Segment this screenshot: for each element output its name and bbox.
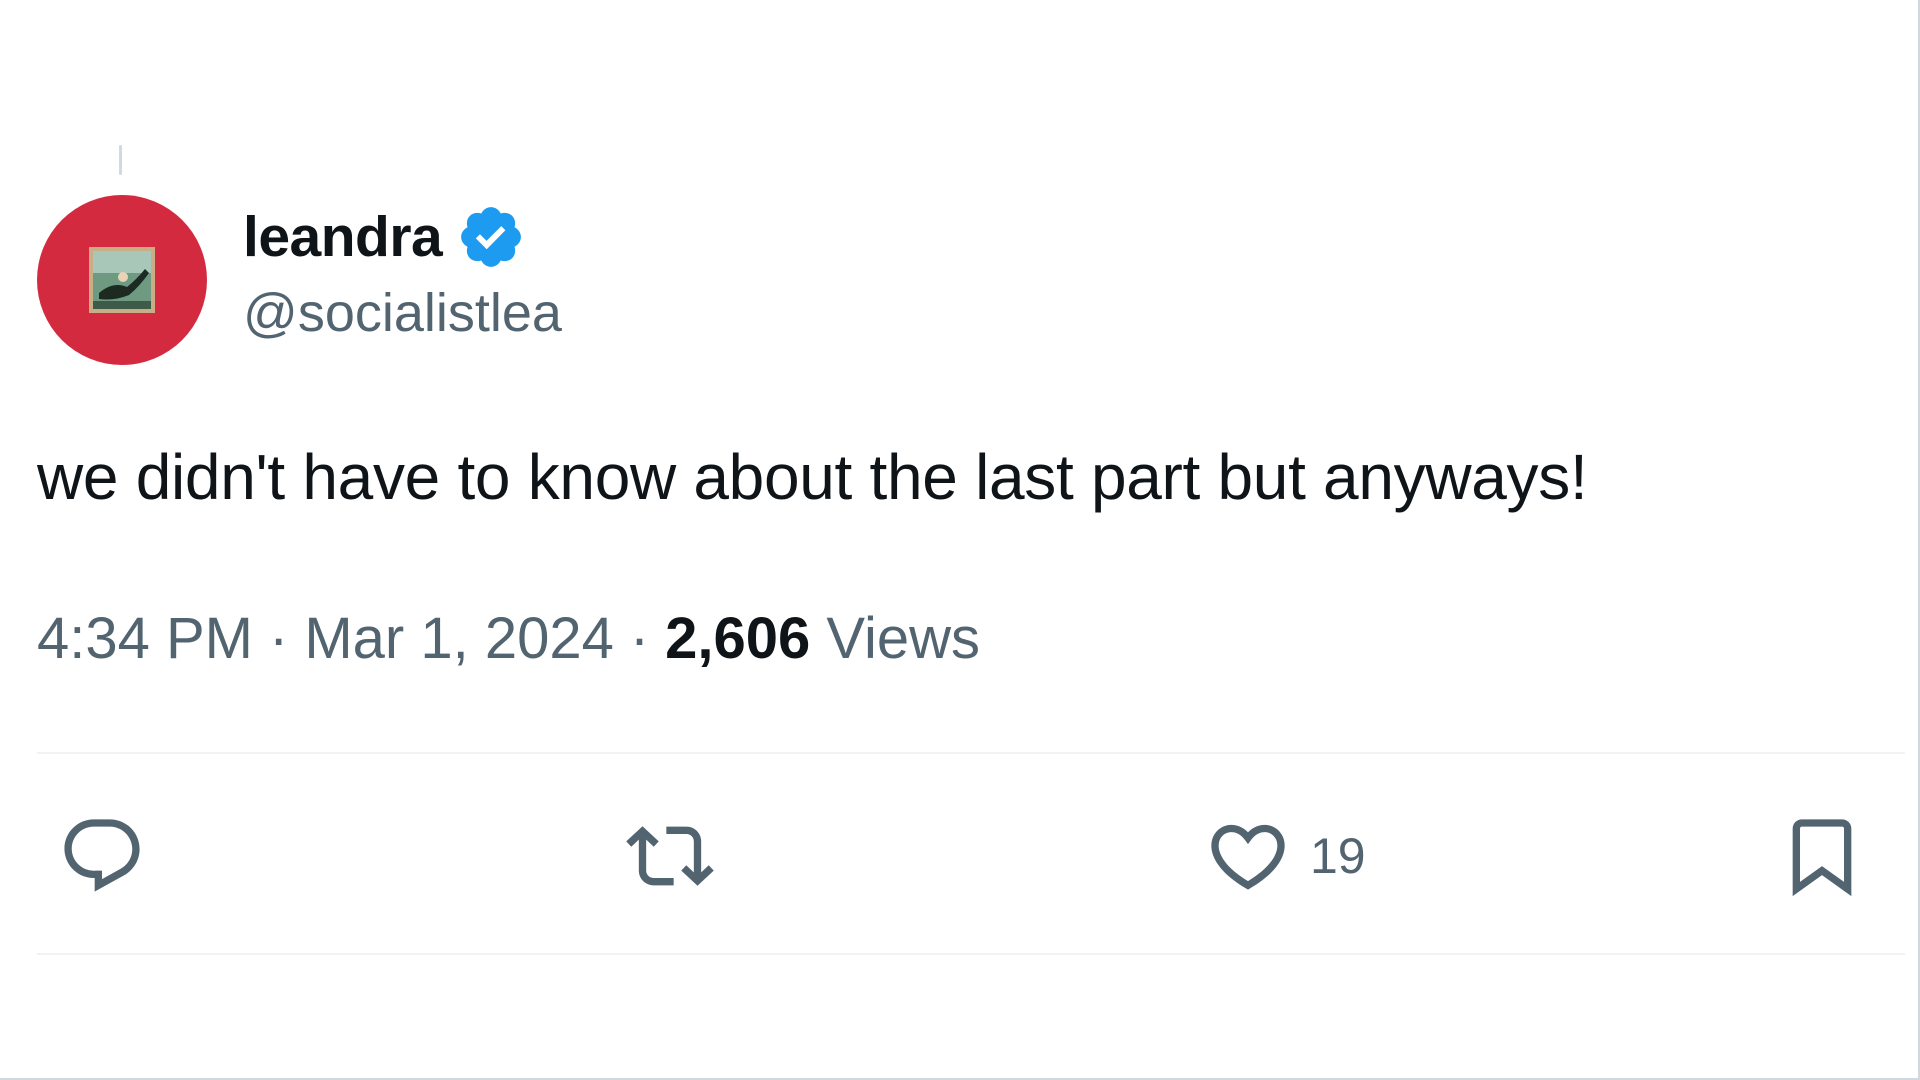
views-label[interactable]: Views (826, 605, 980, 672)
author-handle[interactable]: @socialistlea (243, 282, 562, 344)
like-count: 19 (1310, 828, 1366, 884)
avatar-artwork (93, 251, 151, 309)
tweet-date[interactable]: Mar 1, 2024 (304, 605, 614, 672)
reply-icon (64, 819, 140, 892)
reply-button[interactable] (58, 812, 146, 900)
tweet-text: we didn't have to know about the last pa… (37, 441, 1588, 513)
repost-button[interactable] (626, 812, 714, 900)
heart-icon (1211, 824, 1285, 890)
bookmark-icon (1792, 819, 1852, 897)
thread-connector-line (119, 145, 122, 175)
meta-separator: · (269, 606, 289, 671)
like-button[interactable]: 19 (1204, 812, 1366, 900)
bookmark-button[interactable] (1778, 812, 1866, 900)
author-display-name[interactable]: leandra (243, 204, 443, 270)
repost-icon (626, 826, 714, 886)
tweet-time[interactable]: 4:34 PM (37, 605, 253, 672)
verified-badge-icon (461, 207, 522, 267)
meta-separator: · (629, 606, 650, 671)
avatar[interactable] (37, 195, 207, 365)
avatar-image (89, 247, 155, 313)
divider (37, 752, 1905, 754)
divider (37, 953, 1905, 955)
views-count[interactable]: 2,606 (665, 605, 810, 672)
author-name-row: leandra (243, 200, 562, 274)
tweet-header: leandra @socialistlea (243, 200, 562, 344)
tweet-metadata: 4:34 PM · Mar 1, 2024 · 2,606 Views (37, 605, 980, 672)
